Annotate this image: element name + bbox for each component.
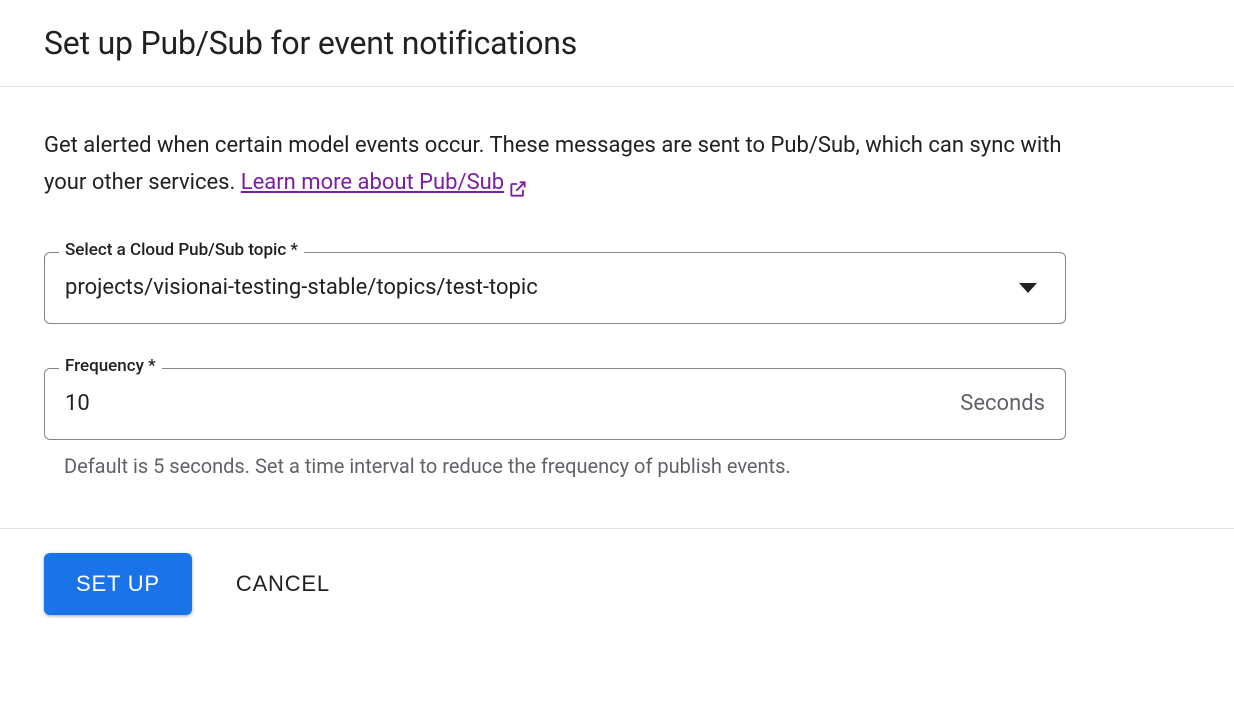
description-body: Get alerted when certain model events oc… bbox=[44, 133, 1062, 195]
setup-button[interactable]: SET UP bbox=[44, 553, 192, 615]
topic-select-value: projects/visionai-testing-stable/topics/… bbox=[65, 275, 1019, 300]
dropdown-arrow-icon bbox=[1019, 283, 1037, 293]
frequency-field-label: Frequency * bbox=[59, 356, 162, 376]
cancel-button[interactable]: CANCEL bbox=[236, 571, 330, 597]
learn-more-link[interactable]: Learn more about Pub/Sub bbox=[241, 164, 526, 201]
frequency-field: Frequency * 10 Seconds Default is 5 seco… bbox=[44, 368, 1190, 478]
frequency-value: 10 bbox=[65, 391, 960, 416]
description-text: Get alerted when certain model events oc… bbox=[44, 127, 1064, 202]
learn-more-label: Learn more about Pub/Sub bbox=[241, 164, 504, 201]
topic-field-label: Select a Cloud Pub/Sub topic * bbox=[59, 240, 304, 260]
dialog-content: Get alerted when certain model events oc… bbox=[0, 87, 1234, 528]
frequency-suffix: Seconds bbox=[960, 391, 1045, 416]
dialog-footer: SET UP CANCEL bbox=[0, 528, 1234, 639]
external-link-icon bbox=[508, 174, 526, 192]
dialog-header: Set up Pub/Sub for event notifications bbox=[0, 0, 1234, 86]
frequency-input[interactable]: Frequency * 10 Seconds bbox=[44, 368, 1066, 440]
dialog-title: Set up Pub/Sub for event notifications bbox=[44, 24, 1190, 62]
frequency-helper-text: Default is 5 seconds. Set a time interva… bbox=[44, 454, 1190, 478]
topic-select[interactable]: Select a Cloud Pub/Sub topic * projects/… bbox=[44, 252, 1066, 324]
topic-field: Select a Cloud Pub/Sub topic * projects/… bbox=[44, 252, 1190, 324]
